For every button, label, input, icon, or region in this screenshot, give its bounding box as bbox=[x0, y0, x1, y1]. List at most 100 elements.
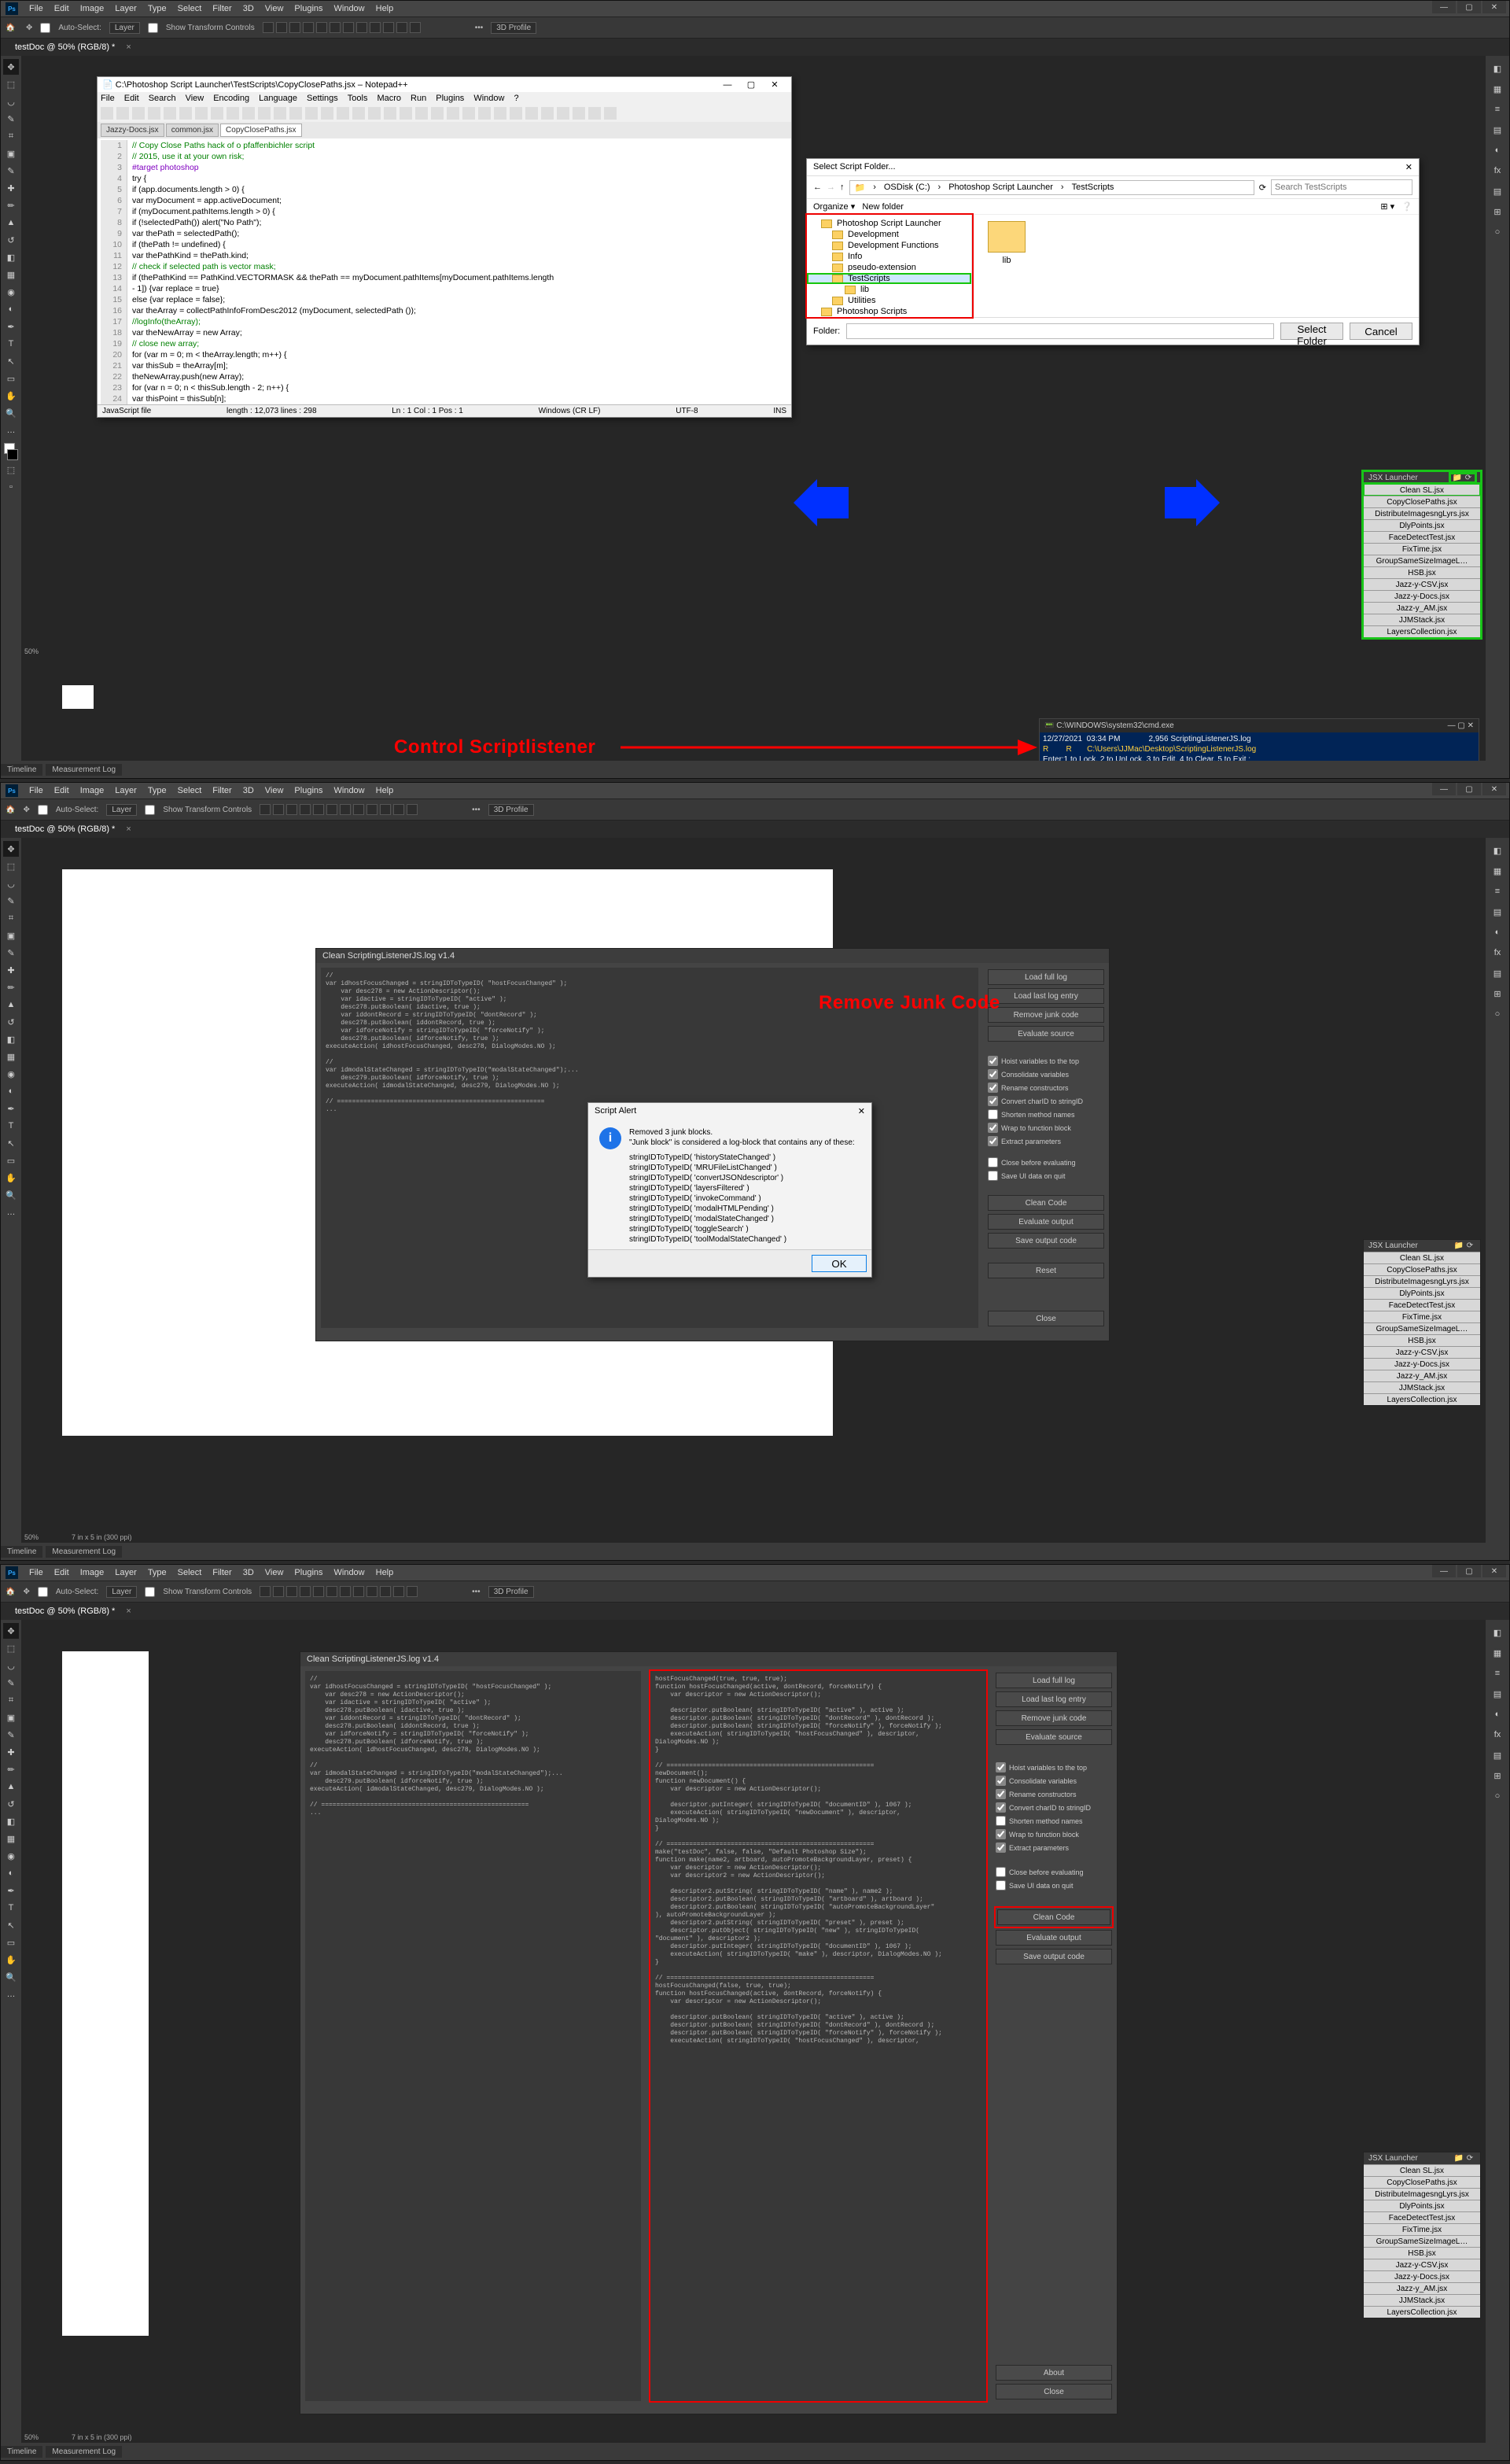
npp-edit[interactable]: Edit bbox=[124, 94, 139, 103]
panel-icon[interactable]: ▤ bbox=[1490, 904, 1505, 920]
tool-icon[interactable]: ✚ bbox=[3, 962, 19, 978]
type-tool-icon[interactable]: T bbox=[3, 336, 19, 352]
timeline-tab[interactable]: Timeline bbox=[1, 764, 42, 776]
tool-icon[interactable]: ▭ bbox=[3, 1153, 19, 1168]
menu-help[interactable]: Help bbox=[376, 786, 394, 795]
quickselect-tool-icon[interactable]: ✎ bbox=[3, 111, 19, 127]
tools-panel[interactable]: ✥⬚◡✎⌗▣✎✚✏▲↺◧▦◉◐✒T↖▭✋🔍… bbox=[1, 838, 21, 1543]
screenmode-icon[interactable]: ▫ bbox=[3, 479, 19, 495]
zoom-tool-icon[interactable]: 🔍 bbox=[3, 405, 19, 421]
tool-icon[interactable]: T bbox=[3, 1118, 19, 1134]
close-button[interactable]: Close bbox=[988, 1311, 1104, 1326]
remove-junk-button[interactable]: Remove junk code bbox=[988, 1007, 1104, 1023]
jsx-script-row[interactable]: CopyClosePaths.jsx bbox=[1364, 1263, 1480, 1275]
tool-icon[interactable]: ↺ bbox=[3, 1796, 19, 1812]
frame-tool-icon[interactable]: ▣ bbox=[3, 146, 19, 161]
npp-encoding[interactable]: Encoding bbox=[213, 94, 249, 103]
patterns-panel-icon[interactable]: ▤ bbox=[1490, 122, 1505, 138]
menu-type[interactable]: Type bbox=[148, 4, 167, 13]
ps-menubar[interactable]: Ps FileEditImageLayerTypeSelectFilter3DV… bbox=[1, 783, 1509, 799]
menu-layer[interactable]: Layer bbox=[115, 1568, 137, 1577]
tool-icon[interactable]: ◉ bbox=[3, 1066, 19, 1082]
chk-closeeval[interactable] bbox=[988, 1157, 998, 1167]
doc-tabbar[interactable]: testDoc @ 50% (RGB/8) *× bbox=[1, 1603, 1509, 1620]
menu-select[interactable]: Select bbox=[178, 786, 202, 795]
crumb-2[interactable]: TestScripts bbox=[1072, 183, 1114, 193]
chk-rename[interactable] bbox=[996, 1789, 1006, 1799]
about-button[interactable]: About bbox=[996, 2365, 1112, 2381]
tree-node-8[interactable]: Photoshop Scripts bbox=[837, 307, 907, 316]
search-input[interactable] bbox=[1271, 179, 1412, 195]
menu-window[interactable]: Window bbox=[334, 1568, 365, 1577]
notepad-tabs[interactable]: Jazzy-Docs.jsx common.jsx CopyClosePaths… bbox=[98, 122, 791, 138]
jsx-script-row[interactable]: JJMStack.jsx bbox=[1364, 614, 1480, 625]
menu-filter[interactable]: Filter bbox=[212, 786, 231, 795]
tool-icon[interactable]: ⬚ bbox=[3, 1640, 19, 1656]
options-bar[interactable]: 🏠✥Auto-Select:LayerShow Transform Contro… bbox=[1, 799, 1509, 821]
jsx-script-row[interactable]: LayersCollection.jsx bbox=[1364, 1393, 1480, 1405]
menu-file[interactable]: File bbox=[29, 1568, 43, 1577]
chk-consolidate[interactable] bbox=[988, 1069, 998, 1079]
tool-icon[interactable]: … bbox=[3, 1204, 19, 1220]
panel-icon[interactable]: ◧ bbox=[1490, 843, 1505, 858]
cancel-button[interactable]: Cancel bbox=[1350, 323, 1412, 340]
tool-icon[interactable]: ▲ bbox=[3, 1779, 19, 1795]
move-tool-icon[interactable]: ✥ bbox=[3, 1623, 19, 1639]
folder-name-input[interactable] bbox=[846, 323, 1274, 339]
menu-window[interactable]: Window bbox=[334, 786, 365, 795]
menu-plugins[interactable]: Plugins bbox=[294, 4, 322, 13]
npp-search[interactable]: Search bbox=[149, 94, 176, 103]
auto-select-target[interactable]: Layer bbox=[109, 22, 140, 34]
jsx-script-row[interactable]: HSB.jsx bbox=[1364, 2247, 1480, 2259]
npp-tab-2[interactable]: CopyClosePaths.jsx bbox=[220, 124, 301, 137]
show-transform-checkbox[interactable] bbox=[145, 805, 155, 815]
auto-select-target[interactable]: Layer bbox=[106, 1586, 137, 1598]
menu-file[interactable]: File bbox=[29, 786, 43, 795]
dlg-close-icon[interactable]: ✕ bbox=[1405, 162, 1412, 172]
tool-icon[interactable]: ✏ bbox=[3, 1761, 19, 1777]
menu-3d[interactable]: 3D bbox=[243, 4, 254, 13]
tool-icon[interactable]: ✏ bbox=[3, 979, 19, 995]
alert-ok-button[interactable]: OK bbox=[812, 1255, 867, 1272]
jsx-launcher-panel[interactable]: JSX Launcher📁⟳ Clean SL.jsxCopyClosePath… bbox=[1363, 471, 1481, 638]
save-output-button[interactable]: Save output code bbox=[988, 1233, 1104, 1249]
npp-tools[interactable]: Tools bbox=[348, 94, 368, 103]
show-transform-checkbox[interactable] bbox=[148, 23, 158, 33]
tool-icon[interactable]: ◐ bbox=[3, 1865, 19, 1881]
tool-icon[interactable]: ✎ bbox=[3, 1675, 19, 1691]
npp-view[interactable]: View bbox=[186, 94, 204, 103]
panel-icon[interactable]: ▦ bbox=[1490, 1645, 1505, 1661]
npp-language[interactable]: Language bbox=[259, 94, 297, 103]
jsx-script-row[interactable]: Jazz-y-Docs.jsx bbox=[1364, 1358, 1480, 1370]
jsx-btn-folder-icon[interactable]: 📁 bbox=[1452, 474, 1463, 482]
menu-window[interactable]: Window bbox=[334, 4, 365, 13]
panel-icon[interactable]: ▤ bbox=[1490, 1686, 1505, 1702]
path-tool-icon[interactable]: ↖ bbox=[3, 353, 19, 369]
tab-close-icon[interactable]: × bbox=[126, 824, 131, 834]
notepad-code[interactable]: 1// Copy Close Paths hack of o pfaffenbi… bbox=[98, 138, 791, 404]
menu-help[interactable]: Help bbox=[376, 4, 394, 13]
menu-image[interactable]: Image bbox=[80, 786, 105, 795]
tree-node-1[interactable]: Development bbox=[848, 230, 899, 239]
cmd-window-controls[interactable]: — ▢ ✕ bbox=[1448, 721, 1474, 731]
adjustments-panel-icon[interactable]: ◐ bbox=[1490, 142, 1505, 158]
panel-icon[interactable]: ◧ bbox=[1490, 1625, 1505, 1640]
jsx-btn-refresh-icon[interactable]: ⟳ bbox=[1463, 474, 1474, 482]
jsx-script-row[interactable]: Jazz-y-Docs.jsx bbox=[1364, 590, 1480, 602]
tool-icon[interactable]: ▣ bbox=[3, 1710, 19, 1725]
blur-tool-icon[interactable]: ◉ bbox=[3, 284, 19, 300]
tool-icon[interactable]: ✎ bbox=[3, 893, 19, 909]
nav-back-icon[interactable]: ← bbox=[813, 183, 822, 192]
jsx-script-row[interactable]: FaceDetectTest.jsx bbox=[1364, 1299, 1480, 1311]
eyedropper-tool-icon[interactable]: ✎ bbox=[3, 163, 19, 179]
jsx-script-row[interactable]: Clean SL.jsx bbox=[1364, 1252, 1480, 1263]
load-full-log-button[interactable]: Load full log bbox=[988, 969, 1104, 985]
home-icon[interactable]: 🏠 bbox=[6, 24, 18, 32]
channels-panel-icon[interactable]: ⊞ bbox=[1490, 204, 1505, 219]
tab-close-icon[interactable]: × bbox=[126, 42, 131, 52]
stamp-tool-icon[interactable]: ▲ bbox=[3, 215, 19, 231]
tool-icon[interactable]: ✎ bbox=[3, 945, 19, 961]
auto-select-checkbox[interactable] bbox=[38, 1587, 48, 1597]
script-alert-dialog[interactable]: Script Alert✕ i Removed 3 junk blocks. "… bbox=[587, 1102, 872, 1278]
tool-icon[interactable]: ✚ bbox=[3, 1744, 19, 1760]
